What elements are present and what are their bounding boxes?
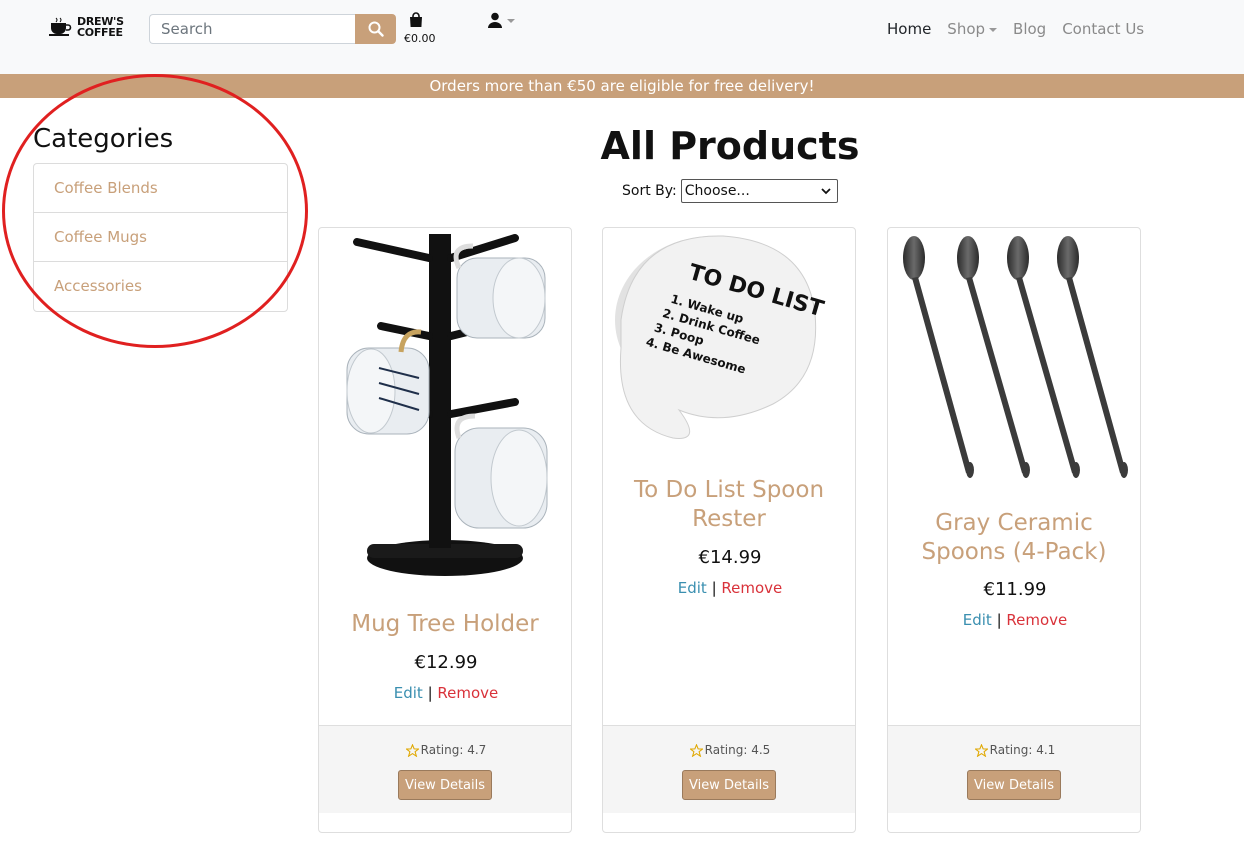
view-details-button[interactable]: View Details — [398, 770, 492, 800]
view-details-button[interactable]: View Details — [682, 770, 776, 800]
product-name[interactable]: Gray Ceramic Spoons (4-Pack) — [898, 509, 1130, 567]
sort-control: Sort By: Choose... — [622, 179, 838, 203]
rating-text: Rating: 4.5 — [704, 743, 771, 757]
product-card-footer: Rating: 4.1 View Details — [888, 725, 1140, 813]
product-name-line: Mug Tree Holder — [351, 611, 539, 637]
navbar: DREW'S COFFEE €0.00 Home Shop — [0, 0, 1244, 74]
search-icon — [368, 21, 384, 37]
product-rating: Rating: 4.1 — [888, 743, 1140, 757]
nav-blog[interactable]: Blog — [1013, 20, 1046, 38]
product-name-line: Rester — [692, 506, 766, 532]
category-item-coffee-blends[interactable]: Coffee Blends — [34, 164, 287, 213]
sort-label: Sort By: — [622, 183, 677, 199]
delivery-banner: Orders more than €50 are eligible for fr… — [0, 74, 1244, 98]
chevron-down-icon — [989, 27, 998, 32]
remove-link[interactable]: Remove — [1006, 611, 1067, 629]
brand-line-2: COFFEE — [77, 26, 123, 39]
nav-home[interactable]: Home — [887, 20, 931, 38]
star-icon — [689, 743, 703, 757]
view-details-button[interactable]: View Details — [967, 770, 1061, 800]
coffee-cup-icon — [49, 17, 72, 36]
product-card: Gray Ceramic Spoons (4-Pack) €11.99 Edit… — [887, 227, 1141, 833]
product-actions: Edit | Remove — [603, 579, 855, 597]
brand-logo[interactable]: DREW'S COFFEE — [49, 16, 124, 38]
edit-link[interactable]: Edit — [394, 684, 423, 702]
star-icon — [974, 743, 988, 757]
product-actions: Edit | Remove — [888, 611, 1140, 629]
product-name-line: Gray Ceramic — [935, 510, 1093, 536]
remove-link[interactable]: Remove — [721, 579, 782, 597]
product-rating: Rating: 4.7 — [319, 743, 571, 757]
bag-total: €0.00 — [404, 32, 436, 45]
sort-select-value: Choose... — [684, 183, 750, 199]
product-price: €11.99 — [983, 579, 1047, 600]
search-input[interactable] — [149, 14, 355, 44]
main-nav: Home Shop Blog Contact Us — [887, 20, 1160, 38]
nav-contact[interactable]: Contact Us — [1062, 20, 1144, 38]
product-price: €14.99 — [698, 547, 762, 568]
product-card: TO DO LIST 1. Wake up 2. Drink Coffee 3.… — [602, 227, 856, 833]
action-separator: | — [711, 579, 717, 597]
edit-link[interactable]: Edit — [963, 611, 992, 629]
sort-select[interactable]: Choose... — [680, 179, 838, 203]
product-rating: Rating: 4.5 — [603, 743, 855, 757]
edit-link[interactable]: Edit — [678, 579, 707, 597]
user-icon — [488, 12, 502, 28]
remove-link[interactable]: Remove — [437, 684, 498, 702]
product-card-footer: Rating: 4.7 View Details — [319, 725, 571, 813]
page-title: All Products — [600, 124, 860, 168]
categories-title: Categories — [33, 124, 174, 154]
nav-shop[interactable]: Shop — [947, 20, 998, 38]
shopping-bag-link[interactable]: €0.00 — [404, 12, 436, 45]
product-name-line: To Do List Spoon — [633, 477, 825, 503]
product-card: Mug Tree Holder €12.99 Edit | Remove Rat… — [318, 227, 572, 833]
category-list: Coffee Blends Coffee Mugs Accessories — [33, 163, 288, 312]
chevron-down-icon — [507, 18, 515, 23]
mug-tree-holder-image — [346, 234, 548, 576]
category-item-accessories[interactable]: Accessories — [34, 262, 287, 311]
star-icon — [405, 743, 419, 757]
chevron-down-icon — [821, 187, 831, 194]
brand-text: DREW'S COFFEE — [77, 16, 124, 38]
product-card-footer: Rating: 4.5 View Details — [603, 725, 855, 813]
product-name-line: Spoons (4-Pack) — [921, 539, 1107, 565]
product-name[interactable]: Mug Tree Holder — [329, 610, 561, 639]
rating-text: Rating: 4.7 — [420, 743, 487, 757]
rating-text: Rating: 4.1 — [989, 743, 1056, 757]
shopping-bag-icon — [410, 12, 422, 27]
category-item-coffee-mugs[interactable]: Coffee Mugs — [34, 213, 287, 262]
product-name[interactable]: To Do List Spoon Rester — [613, 476, 845, 534]
product-actions: Edit | Remove — [319, 684, 571, 702]
search-button[interactable] — [355, 14, 396, 44]
product-price: €12.99 — [414, 652, 478, 673]
action-separator: | — [427, 684, 433, 702]
nav-shop-label: Shop — [947, 20, 986, 38]
spoon-rester-image: TO DO LIST 1. Wake up 2. Drink Coffee 3.… — [615, 235, 826, 439]
search-form — [149, 14, 396, 44]
action-separator: | — [996, 611, 1002, 629]
account-dropdown[interactable] — [487, 12, 515, 28]
